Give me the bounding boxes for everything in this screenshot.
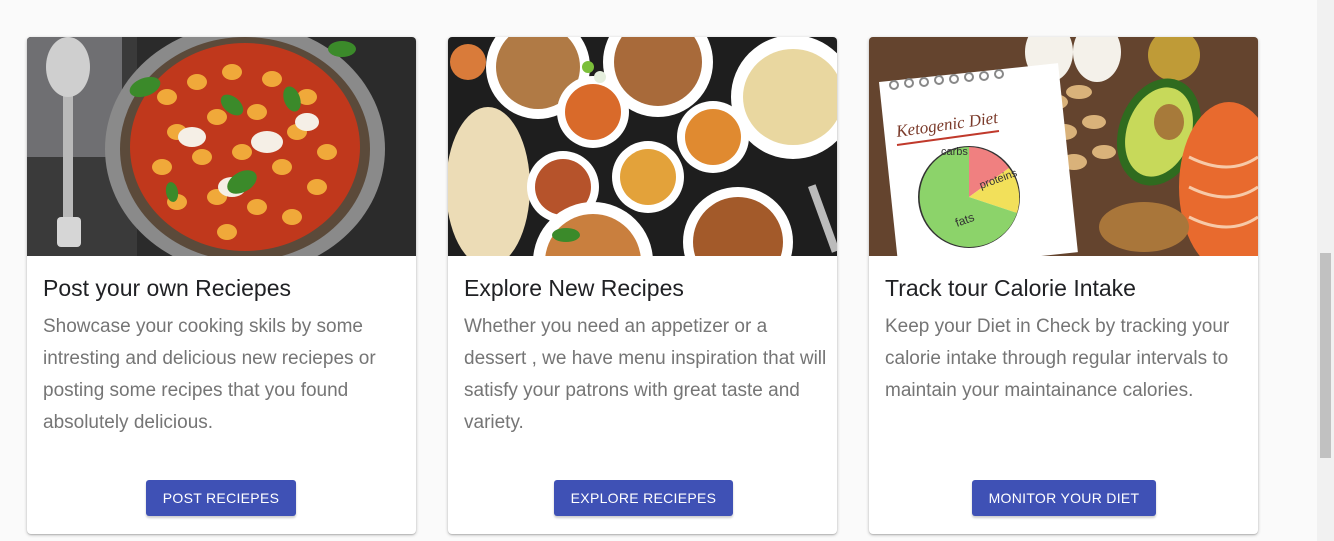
card-description: Showcase your cooking skils by some intr…: [43, 316, 376, 433]
card-description: Whether you need an appetizer or a desse…: [464, 316, 827, 433]
card-image: [448, 37, 837, 256]
card-title: Explore New Recipes: [464, 275, 684, 301]
page: Post your own Reciepes Showcase your coo…: [0, 0, 1334, 541]
post-recipes-button[interactable]: POST RECIEPES: [146, 480, 296, 516]
card-image: Ketogenic Diet carbs proteins fats: [869, 37, 1258, 256]
card-post-recipes: Post your own Reciepes Showcase your coo…: [27, 37, 416, 534]
card-track-calories: Ketogenic Diet carbs proteins fats Track…: [869, 37, 1258, 534]
indian-dishes-icon: [448, 37, 837, 256]
card-description: Keep your Diet in Check by tracking your…: [885, 316, 1230, 401]
card-row: Post your own Reciepes Showcase your coo…: [27, 37, 1258, 534]
gnocchi-pan-icon: [27, 37, 416, 256]
explore-recipes-button[interactable]: EXPLORE RECIEPES: [554, 480, 733, 516]
notebook-label-carbs: carbs: [941, 146, 968, 158]
vertical-scrollbar[interactable]: [1317, 0, 1334, 541]
card-explore-recipes: Explore New Recipes Whether you need an …: [448, 37, 837, 534]
card-image: [27, 37, 416, 256]
card-title: Post your own Reciepes: [43, 275, 292, 301]
keto-notebook-icon: Ketogenic Diet carbs proteins fats: [869, 37, 1258, 256]
scrollbar-thumb[interactable]: [1320, 253, 1331, 458]
monitor-diet-button[interactable]: MONITOR YOUR DIET: [972, 480, 1156, 516]
card-title: Track tour Calorie Intake: [885, 275, 1136, 301]
